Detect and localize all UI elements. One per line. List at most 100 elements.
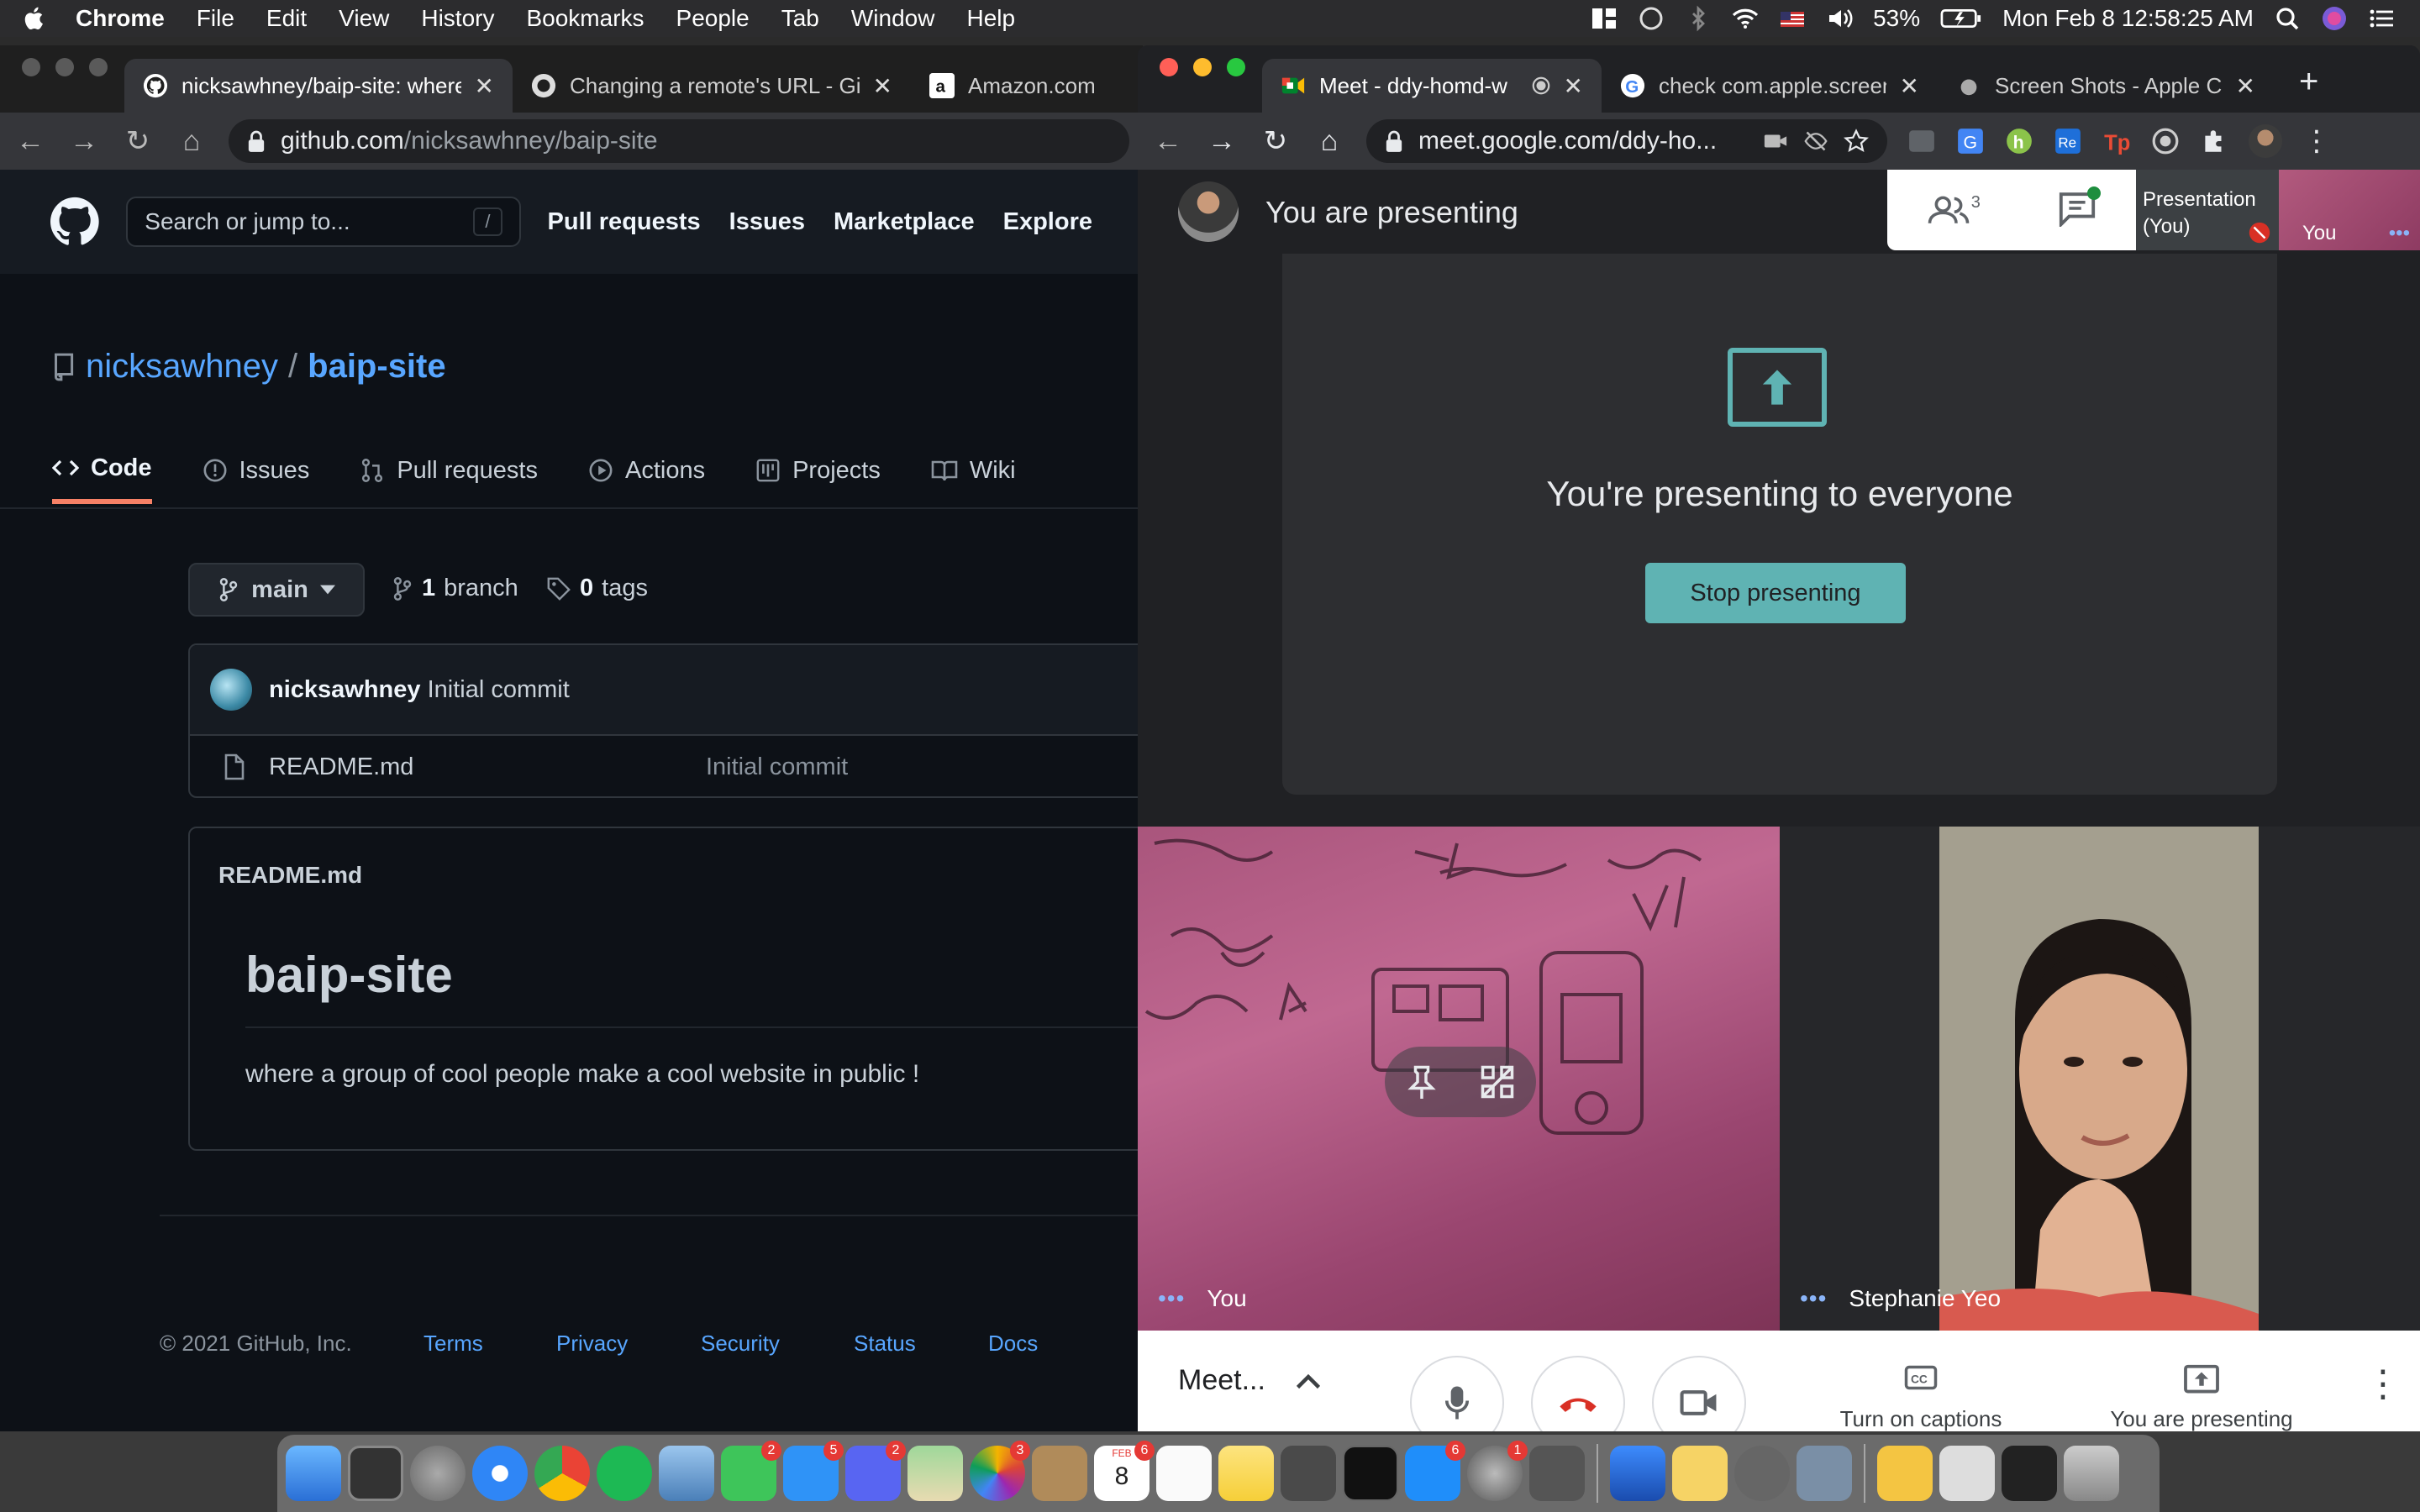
spotify-icon[interactable]: [597, 1446, 652, 1501]
menu-tab[interactable]: Tab: [781, 5, 819, 32]
menu-window[interactable]: Window: [851, 5, 935, 32]
google-translate-icon[interactable]: G: [1956, 127, 1985, 155]
menu-view[interactable]: View: [339, 5, 389, 32]
captions-button[interactable]: CC Turn on captions: [1837, 1364, 2005, 1431]
image-capture-icon[interactable]: [1797, 1446, 1852, 1501]
camera-in-use-icon[interactable]: [1763, 131, 1788, 151]
tab-meet[interactable]: Meet - ddy-homd-w ✕: [1262, 59, 1602, 113]
messages-icon[interactable]: 5: [783, 1441, 844, 1501]
wifi-icon[interactable]: [1732, 5, 1759, 32]
address-bar[interactable]: meet.google.com/ddy-ho...: [1366, 119, 1887, 163]
footer-link-security[interactable]: Security: [701, 1331, 854, 1357]
reload-icon[interactable]: ↻: [1259, 124, 1292, 158]
window-layout-icon[interactable]: [1591, 5, 1618, 32]
branch-selector-button[interactable]: main: [188, 563, 365, 617]
address-bar[interactable]: github.com/nicksawhney/baip-site: [229, 119, 1129, 163]
chrome-icon[interactable]: [534, 1446, 590, 1501]
tab-wiki[interactable]: Wiki: [931, 437, 1016, 504]
tab-apple-screenshots[interactable]: Screen Shots - Apple C ✕: [1938, 59, 2274, 113]
sublime-text-icon[interactable]: [1281, 1446, 1336, 1501]
menu-edit[interactable]: Edit: [266, 5, 307, 32]
nav-marketplace[interactable]: Marketplace: [834, 208, 975, 236]
reader-extension-icon[interactable]: Re: [2054, 127, 2082, 155]
menu-people[interactable]: People: [676, 5, 750, 32]
close-tab-icon[interactable]: ✕: [1900, 72, 1919, 100]
tab-issues[interactable]: Issues: [203, 437, 309, 504]
disk-utility-icon[interactable]: [1734, 1446, 1790, 1501]
tab-changing-remote-url[interactable]: Changing a remote's URL - Git ✕: [513, 59, 911, 113]
self-thumbnail[interactable]: You •••: [2279, 170, 2420, 250]
file-name-link[interactable]: README.md: [269, 753, 706, 781]
new-tab-plus-icon[interactable]: +: [2274, 63, 2344, 113]
meeting-details-button[interactable]: Meet...: [1178, 1364, 1321, 1397]
repo-name-link[interactable]: baip-site: [308, 348, 445, 386]
tab-projects[interactable]: Projects: [755, 437, 881, 504]
footer-link-status[interactable]: Status: [854, 1331, 988, 1357]
file-commit-message[interactable]: Initial commit: [706, 753, 848, 781]
tab-actions[interactable]: Actions: [588, 437, 705, 504]
tab-code[interactable]: Code: [52, 437, 152, 504]
tab-github-repo[interactable]: nicksawhney/baip-site: where a ✕: [124, 59, 513, 113]
bookmark-star-icon[interactable]: [1844, 129, 1869, 154]
volume-icon[interactable]: [1826, 5, 1853, 32]
menu-history[interactable]: History: [421, 5, 494, 32]
table-row[interactable]: README.md Initial commit: [190, 736, 1143, 796]
cloud-icon[interactable]: [1638, 5, 1665, 32]
zoom-window-button[interactable]: [1227, 58, 1245, 76]
photos-icon[interactable]: 3: [970, 1441, 1030, 1501]
chat-button[interactable]: [2057, 186, 2102, 231]
downloads-stack-icon[interactable]: [1939, 1446, 1995, 1501]
camera-button[interactable]: [1652, 1356, 1746, 1431]
avatar[interactable]: [210, 669, 252, 711]
system-preferences-icon[interactable]: 1: [1467, 1441, 1528, 1501]
back-arrow-icon[interactable]: ←: [13, 125, 47, 158]
discord-icon[interactable]: 2: [845, 1441, 906, 1501]
screenshot-icon[interactable]: [1529, 1446, 1585, 1501]
bluetooth-icon[interactable]: [1685, 5, 1712, 32]
profile-avatar[interactable]: [2249, 124, 2282, 158]
notes-icon[interactable]: [1218, 1446, 1274, 1501]
footer-link-terms[interactable]: Terms: [424, 1331, 556, 1357]
maps-icon[interactable]: [908, 1446, 963, 1501]
tags-link[interactable]: 0 tags: [546, 575, 648, 602]
present-now-button[interactable]: You are presenting: [2087, 1364, 2316, 1431]
zoom-app-icon[interactable]: [1610, 1446, 1665, 1501]
close-window-button[interactable]: [22, 58, 40, 76]
forward-arrow-icon[interactable]: →: [1205, 125, 1239, 158]
siri-icon[interactable]: [2321, 5, 2348, 32]
launchpad-icon[interactable]: [410, 1446, 466, 1501]
leave-call-button[interactable]: [1531, 1356, 1625, 1431]
calendar-icon[interactable]: FEB 8 6: [1094, 1441, 1155, 1501]
eye-off-icon[interactable]: [1803, 129, 1828, 153]
menubar-clock[interactable]: Mon Feb 8 12:58:25 AM: [2002, 5, 2254, 32]
us-flag-icon[interactable]: [1779, 5, 1806, 32]
branches-link[interactable]: 1 branch: [392, 575, 518, 602]
tab-google-search[interactable]: G check com.apple.screen ✕: [1602, 59, 1938, 113]
home-icon[interactable]: ⌂: [175, 125, 208, 158]
contacts-icon[interactable]: [1032, 1446, 1087, 1501]
nav-pull-requests[interactable]: Pull requests: [548, 208, 701, 236]
app-store-icon[interactable]: 6: [1405, 1441, 1465, 1501]
tp-extension-icon[interactable]: Tp: [2102, 127, 2131, 155]
nav-issues[interactable]: Issues: [729, 208, 805, 236]
activity-monitor-icon[interactable]: [348, 1446, 403, 1501]
video-tile-self[interactable]: ••• You: [1138, 827, 1780, 1331]
nav-explore[interactable]: Explore: [1003, 208, 1092, 236]
reminders-icon[interactable]: [1156, 1446, 1212, 1501]
github-logo-icon[interactable]: [50, 193, 99, 250]
forward-arrow-icon[interactable]: →: [67, 125, 101, 158]
finder-icon[interactable]: [286, 1446, 341, 1501]
tab-amazon[interactable]: a Amazon.com: U: [911, 59, 1113, 113]
terminal-icon[interactable]: [1343, 1446, 1398, 1501]
repo-owner-link[interactable]: nicksawhney: [86, 348, 278, 386]
menu-chrome[interactable]: Chrome: [76, 5, 165, 32]
chrome-menu-icon[interactable]: ⋮: [2302, 124, 2331, 158]
commit-message[interactable]: Initial commit: [428, 676, 570, 703]
back-arrow-icon[interactable]: ←: [1151, 125, 1185, 158]
stickies-icon[interactable]: [1672, 1446, 1728, 1501]
close-tab-icon[interactable]: ✕: [475, 72, 494, 100]
close-tab-icon[interactable]: ✕: [1564, 72, 1583, 100]
menu-file[interactable]: File: [197, 5, 234, 32]
commit-author[interactable]: nicksawhney: [269, 676, 421, 703]
microphone-button[interactable]: [1410, 1356, 1504, 1431]
